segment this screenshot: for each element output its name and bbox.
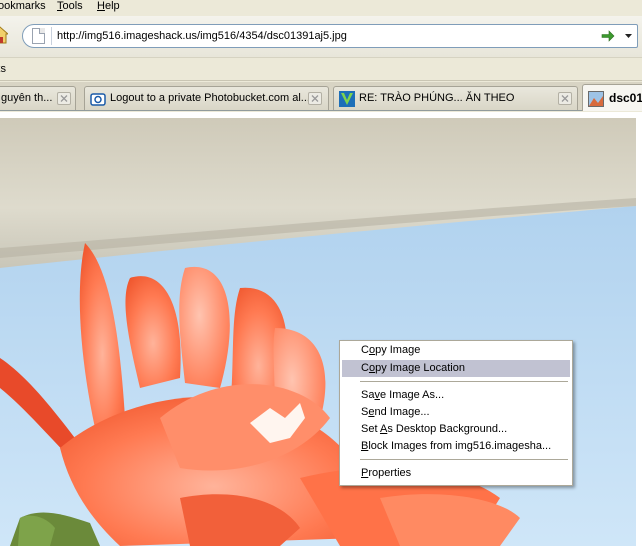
ctx-label: Copy Image Location — [361, 362, 465, 374]
photobucket-icon — [90, 93, 106, 106]
page-icon — [32, 28, 45, 44]
tab-trao-phung[interactable]: RE: TRÀO PHÚNG... ĂN THEO — [333, 86, 578, 110]
tab-label: Logout to a private Photobucket.com al..… — [110, 92, 310, 104]
tab-close-button[interactable] — [308, 92, 322, 105]
menu-tools[interactable]: Tools — [57, 0, 83, 16]
page-content: Copy Image Copy Image Location Save Imag… — [0, 112, 642, 546]
ctx-copy-image-location[interactable]: Copy Image Location — [342, 360, 570, 377]
menu-bookmarks[interactable]: ookmarks — [0, 0, 46, 16]
ctx-set-desktop-background[interactable]: Set As Desktop Background... — [342, 421, 570, 438]
bookmarks-toolbar-label[interactable]: ks — [0, 63, 6, 75]
v-logo-icon — [339, 91, 355, 107]
image-icon — [588, 91, 604, 107]
ctx-copy-image[interactable]: Copy Image — [342, 342, 570, 359]
ctx-label: Copy Image — [361, 344, 421, 356]
ctx-label: Save Image As... — [361, 389, 445, 401]
tab-label: RE: TRÀO PHÚNG... ĂN THEO — [359, 92, 515, 104]
tab-strip: guyên th... Logout to a private Photobuc… — [0, 82, 642, 111]
ctx-label: Properties — [361, 467, 412, 479]
tab-close-button[interactable] — [57, 92, 71, 105]
ctx-label: Block Images from img516.imagesha... — [361, 440, 552, 452]
ctx-label: Send Image... — [361, 406, 430, 418]
tab-photobucket[interactable]: Logout to a private Photobucket.com al..… — [84, 86, 329, 110]
context-menu: Copy Image Copy Image Location Save Imag… — [339, 340, 573, 486]
url-bar[interactable] — [22, 24, 638, 48]
close-icon — [561, 95, 569, 102]
tab-close-button[interactable] — [558, 92, 572, 105]
navigation-toolbar — [0, 16, 642, 58]
ctx-properties[interactable]: Properties — [342, 465, 570, 482]
ctx-save-image-as[interactable]: Save Image As... — [342, 387, 570, 404]
chevron-down-icon[interactable] — [625, 34, 632, 38]
home-icon[interactable] — [0, 26, 8, 44]
ctx-send-image[interactable]: Send Image... — [342, 404, 570, 421]
green-arrow-icon[interactable] — [601, 29, 615, 43]
close-icon — [311, 95, 319, 102]
menu-help[interactable]: Help — [97, 0, 120, 16]
ctx-separator — [360, 381, 568, 382]
url-divider — [51, 27, 52, 45]
ctx-separator — [360, 459, 568, 460]
tab-dsc01[interactable]: dsc01 — [582, 84, 642, 111]
ctx-label: Set As Desktop Background... — [361, 423, 508, 435]
bookmarks-toolbar: ks — [0, 59, 642, 81]
menu-bar: ookmarks Tools Help — [0, 0, 642, 16]
tab-label: dsc01 — [609, 91, 642, 105]
tab-label: guyên th... — [1, 92, 53, 104]
url-input[interactable] — [57, 28, 597, 44]
tab-nguyen[interactable]: guyên th... — [0, 86, 76, 110]
ctx-block-images[interactable]: Block Images from img516.imagesha... — [342, 438, 570, 455]
close-icon — [60, 95, 68, 102]
